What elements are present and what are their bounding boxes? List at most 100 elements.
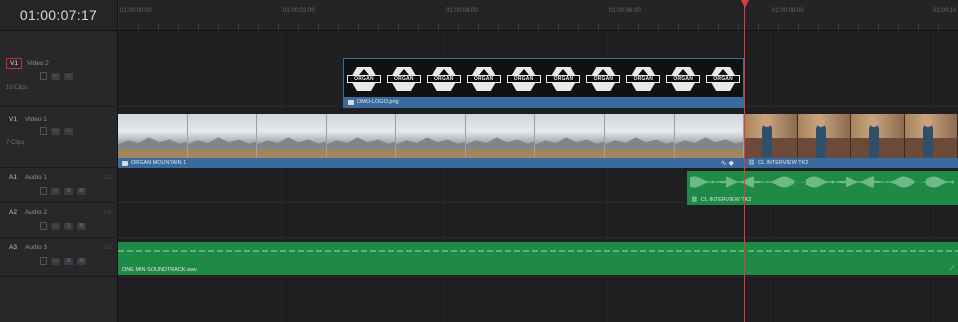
clip-organ-mountain[interactable]: ORGAN MOUNTAIN 1 ∿ ◆ xyxy=(118,114,744,168)
track-name[interactable]: Audio 2 xyxy=(25,209,47,216)
lane-audio-2[interactable] xyxy=(118,203,958,238)
track-volume: 2.0 xyxy=(104,210,111,216)
mountain-thumbnail xyxy=(465,114,536,158)
clip-footer xyxy=(344,97,743,107)
clip-name: ORGAN MOUNTAIN 1 xyxy=(131,160,187,166)
ruler-tick xyxy=(238,23,239,30)
lock-icon[interactable] xyxy=(40,187,47,195)
ruler-tick xyxy=(638,23,639,30)
ruler-tick xyxy=(578,23,579,30)
ruler-label: 01:00:02:00 xyxy=(283,8,315,14)
ruler-tick xyxy=(198,23,199,30)
organ-logo-icon: ORGAN xyxy=(426,67,461,91)
ruler-tick xyxy=(938,23,939,30)
solo-button[interactable]: S xyxy=(64,187,73,195)
ruler-tick xyxy=(378,23,379,30)
audio-waveform xyxy=(118,250,958,252)
auto-select-icon[interactable]: ▭ xyxy=(51,222,60,230)
clip-omo-logo[interactable]: ORGAN ORGAN ORGAN ORGAN ORGAN ORGAN ORGAN ORGAN… xyxy=(343,58,744,108)
link-icon: ⛓ xyxy=(748,160,755,166)
organ-logo-icon: ORGAN xyxy=(386,67,421,91)
current-timecode: 01:00:07:17 xyxy=(19,7,98,23)
interview-thumbnail xyxy=(797,114,851,158)
track-title-row: V1 Video 2 xyxy=(6,58,49,69)
timeline-ruler[interactable]: 01:00:00:00 01:00:02:00 01:00:04:00 01:0… xyxy=(118,0,958,31)
logo-thumbnail: ORGAN xyxy=(544,59,584,99)
clip-soundtrack[interactable]: ONE MIN SOUNDTRACK.wav ⟋ xyxy=(118,242,958,275)
fade-handle-icon[interactable]: ⟋ xyxy=(950,266,954,273)
ruler-label: 01:00:08:00 xyxy=(772,8,804,14)
ruler-tick xyxy=(758,23,759,30)
organ-logo-icon: ORGAN xyxy=(346,67,381,91)
track-id-badge[interactable]: A1 xyxy=(6,173,20,182)
ruler-tick xyxy=(878,23,879,30)
ruler-tick xyxy=(918,23,919,30)
logo-thumbnail: ORGAN xyxy=(344,59,384,99)
ruler-tick xyxy=(778,23,779,30)
track-title-row: A1 Audio 1 xyxy=(6,173,47,182)
transition-icon[interactable]: ∿ ◆ xyxy=(721,159,734,167)
track-name[interactable]: Audio 1 xyxy=(25,174,47,181)
track-id-badge[interactable]: V1 xyxy=(6,58,22,69)
track-id-badge[interactable]: V1 xyxy=(6,115,20,124)
auto-select-icon[interactable]: ▭ xyxy=(51,127,60,135)
ruler-tick xyxy=(658,23,659,30)
ruler-tick xyxy=(718,23,719,30)
track-title-row: V1 Video 1 xyxy=(6,115,47,124)
ruler-tick xyxy=(478,23,479,30)
track-head-audio-3[interactable]: A3 Audio 3 2.0 ▭ S M xyxy=(0,238,117,277)
track-name[interactable]: Video 1 xyxy=(25,116,47,123)
mute-button[interactable]: M xyxy=(77,257,86,265)
ruler-tick xyxy=(618,23,619,30)
track-id-badge[interactable]: A3 xyxy=(6,243,20,252)
mountain-thumbnail xyxy=(396,114,466,158)
clip-interview-audio[interactable]: ⛓ CL INTERVIEW TK2 xyxy=(687,171,958,205)
auto-select-icon[interactable]: ▭ xyxy=(51,187,60,195)
lock-icon[interactable] xyxy=(40,257,47,265)
disable-track-icon[interactable]: ▭ xyxy=(64,127,73,135)
logo-thumbnail: ORGAN xyxy=(384,59,424,99)
ruler-label: 01:00:06:00 xyxy=(609,8,641,14)
track-name[interactable]: Video 2 xyxy=(27,60,49,67)
mute-button[interactable]: M xyxy=(77,187,86,195)
organ-logo-icon: ORGAN xyxy=(466,67,501,91)
solo-button[interactable]: S xyxy=(64,257,73,265)
clip-interview-video[interactable]: ⛓ CL INTERVIEW TK2 xyxy=(744,114,958,168)
logo-thumbnail: ORGAN xyxy=(703,59,743,99)
lock-icon[interactable] xyxy=(40,127,47,135)
lock-icon[interactable] xyxy=(40,222,47,230)
track-head-audio-2[interactable]: A2 Audio 2 2.0 ▭ S M xyxy=(0,203,117,238)
track-volume: 2.0 xyxy=(104,245,111,251)
clip-label: ⛓ CL INTERVIEW TK2 xyxy=(748,160,808,166)
solo-button[interactable]: S xyxy=(64,222,73,230)
auto-select-icon[interactable]: ▭ xyxy=(51,72,60,80)
clip-label: ⛓ CL INTERVIEW TK2 xyxy=(691,197,751,203)
disable-track-icon[interactable]: ▭ xyxy=(64,72,73,80)
track-head-video-1[interactable]: V1 Video 1 ▭ ▭ 7 Clips xyxy=(0,107,117,168)
clip-label: ORGAN MOUNTAIN 1 xyxy=(122,160,186,166)
ruler-tick xyxy=(178,23,179,30)
playhead-icon[interactable] xyxy=(741,0,749,8)
mountain-thumbnail xyxy=(604,114,675,158)
track-name[interactable]: Audio 3 xyxy=(25,244,47,251)
clip-name: OMO-LOGO.png xyxy=(357,99,399,105)
track-controls: ▭ ▭ xyxy=(40,127,73,135)
playhead-ruler-line xyxy=(744,0,745,31)
timecode-display[interactable]: 01:00:07:17 xyxy=(0,0,118,31)
timeline-tracks-area[interactable]: ORGAN ORGAN ORGAN ORGAN ORGAN ORGAN ORGAN ORGAN… xyxy=(118,31,958,322)
mute-button[interactable]: M xyxy=(77,222,86,230)
track-id-badge[interactable]: A2 xyxy=(6,208,20,217)
mountain-thumbnail xyxy=(674,114,744,158)
auto-select-icon[interactable]: ▭ xyxy=(51,257,60,265)
track-head-audio-1[interactable]: A1 Audio 1 2.0 ▭ S M xyxy=(0,168,117,203)
ruler-tick xyxy=(358,23,359,30)
ruler-tick xyxy=(698,23,699,30)
track-head-video-2[interactable]: V1 Video 2 ▭ ▭ 10 Clips xyxy=(0,31,117,107)
video-icon xyxy=(122,160,128,166)
ruler-tick xyxy=(398,23,399,30)
playhead[interactable] xyxy=(744,31,745,322)
ruler-tick xyxy=(898,23,899,30)
clip-name: CL INTERVIEW TK2 xyxy=(757,160,809,166)
ruler-label: 01:00:04:00 xyxy=(446,8,478,14)
lock-icon[interactable] xyxy=(40,72,47,80)
